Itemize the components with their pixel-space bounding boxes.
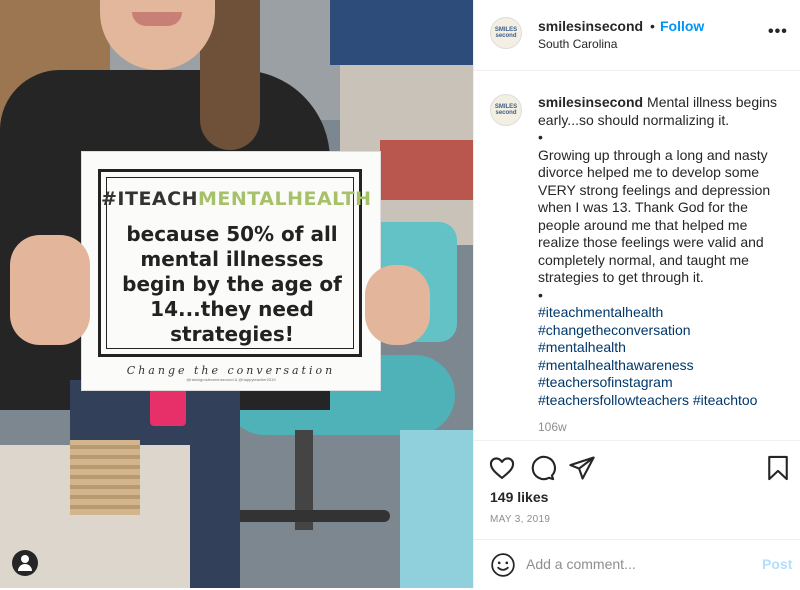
comment-bar: Post [474, 539, 800, 590]
likes-count[interactable]: 149 likes [490, 489, 548, 505]
sign-credit: @raisingrosiesmensecond & @happyteacher2… [186, 377, 276, 382]
photo-clothespins [70, 440, 140, 515]
comment-input[interactable] [526, 554, 746, 574]
comment-icon-svg [531, 455, 556, 481]
follow-button[interactable]: Follow [660, 18, 704, 34]
post-comment-button[interactable]: Post [762, 556, 792, 572]
avatar[interactable]: SMILES second [490, 17, 522, 49]
hashtag-link[interactable]: #mentalhealthawareness [538, 357, 788, 375]
photo-blue-bin [400, 430, 473, 588]
bookmark-icon[interactable] [764, 454, 792, 482]
caption-bullet: • [538, 129, 543, 145]
photo-chair-base [230, 510, 390, 522]
post-side-panel: SMILES second smilesinsecond • Follow So… [473, 0, 800, 588]
caption-intro: smilesinsecond Mental illness begins earl… [538, 94, 788, 129]
hashtag-link[interactable]: #mentalhealth [538, 339, 788, 357]
photo-curtain [330, 0, 473, 65]
caption-body: smilesinsecond Mental illness begins earl… [538, 94, 788, 409]
follow-separator: • [650, 18, 655, 34]
instagram-post-view: #ITEACHMENTALHEALTH because 50% of all m… [0, 0, 800, 588]
user-body [18, 564, 32, 571]
caption-avatar[interactable]: SMILES second [490, 94, 522, 126]
sign-hashtag-dark: #ITEACH [101, 188, 198, 210]
tagged-user-icon[interactable] [12, 550, 38, 576]
hashtag-link[interactable]: #changetheconversation [538, 322, 788, 340]
post-header: SMILES second smilesinsecond • Follow So… [474, 0, 800, 71]
hashtag-link[interactable]: #teachersfollowteachers #iteachtoo [538, 392, 788, 410]
photo-shelf-items [380, 140, 473, 200]
user-head [21, 555, 29, 563]
hashtag-link[interactable]: #iteachmentalhealth [538, 304, 788, 322]
share-icon-svg [569, 456, 595, 480]
action-bar: 149 likes MAY 3, 2019 Post [474, 440, 800, 581]
caption-username[interactable]: smilesinsecond [538, 94, 643, 110]
photo-hand-left [10, 235, 90, 345]
sign-hashtag: #ITEACHMENTALHEALTH [101, 188, 371, 210]
caption-bullet: • [538, 286, 543, 303]
photo-hand-right [365, 265, 430, 345]
more-options-icon[interactable]: ••• [768, 23, 788, 41]
location-link[interactable]: South Carolina [538, 37, 617, 51]
heart-icon-svg [489, 457, 515, 479]
photo-lips [132, 12, 182, 26]
sign-footer: Change the conversation [126, 364, 336, 377]
sign-border: #ITEACHMENTALHEALTH because 50% of all m… [98, 169, 371, 357]
comment-icon[interactable] [528, 454, 556, 482]
held-sign: #ITEACHMENTALHEALTH because 50% of all m… [82, 152, 380, 390]
caption-story: Growing up through a long and nasty divo… [538, 146, 771, 286]
heart-icon[interactable] [488, 454, 516, 482]
header-username[interactable]: smilesinsecond [538, 18, 643, 34]
bookmark-icon-svg [768, 455, 788, 481]
hashtag-link[interactable]: #teachersofinstagram [538, 374, 788, 392]
sign-message: because 50% of all mental illnesses begi… [122, 222, 342, 346]
share-icon[interactable] [568, 454, 596, 482]
caption-time-ago[interactable]: 106w [538, 420, 567, 434]
emoji-icon-svg [491, 553, 515, 577]
post-photo[interactable]: #ITEACHMENTALHEALTH because 50% of all m… [0, 0, 473, 588]
emoji-icon[interactable] [490, 552, 516, 578]
sign-hashtag-green: MENTALHEALTH [197, 188, 372, 210]
post-date[interactable]: MAY 3, 2019 [490, 514, 550, 525]
